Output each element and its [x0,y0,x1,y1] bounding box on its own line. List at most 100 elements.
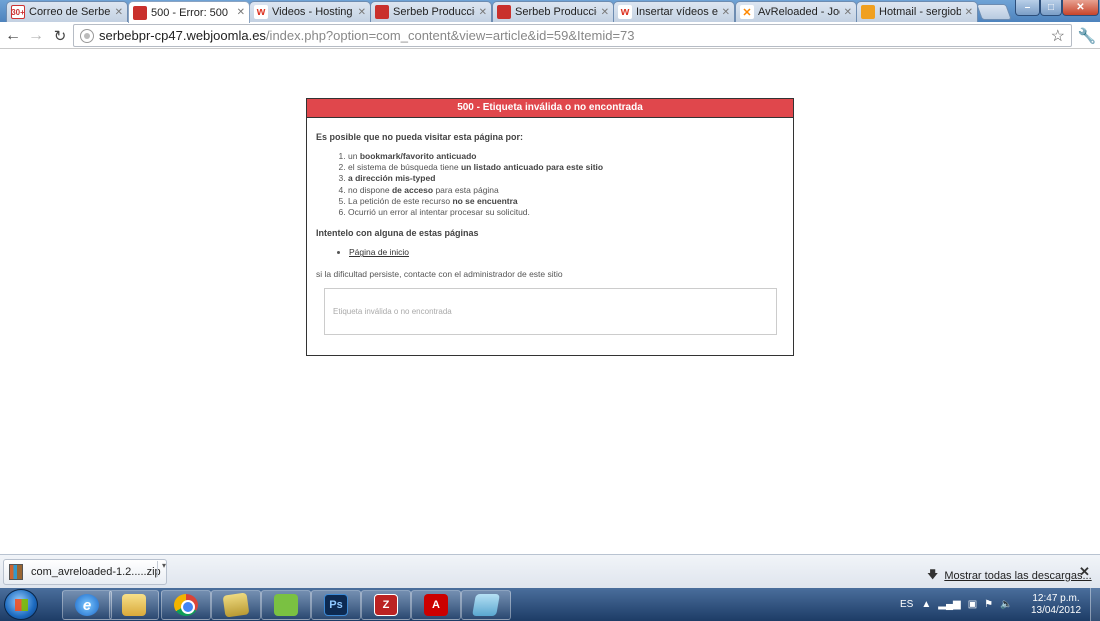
tab-close-icon[interactable]: ✕ [479,7,487,18]
tab-close-icon[interactable]: ✕ [722,7,730,18]
url-host: serbebpr-cp47.webjoomla.es [99,28,266,43]
page-content: 500 - Etiqueta inválida o no encontrada … [0,50,1100,554]
tab-title: AvReloaded - Joom [758,6,840,18]
error-title: 500 - Etiqueta inválida o no encontrada [307,99,793,118]
tab-close-icon[interactable]: ✕ [115,7,123,18]
url-path: /index.php?option=com_content&view=artic… [265,28,635,43]
reason-pre: La petición de este recurso [348,195,453,206]
language-indicator[interactable]: ES [900,599,913,610]
show-all-downloads-link[interactable]: Mostrar todas las descargas... [944,570,1091,582]
new-tab-button[interactable] [976,4,1012,20]
download-menu-button[interactable]: ▾ [157,561,166,577]
download-shelf: com_avreloaded-1.2.....zip ▾ 🡇 Mostrar t… [0,554,1100,588]
taskbar-evernote[interactable] [261,590,311,620]
download-item[interactable]: com_avreloaded-1.2.....zip [3,559,167,585]
taskbar-acrobat[interactable]: A [411,590,461,620]
tab-1[interactable]: 30+ Correo de Serbebpr ✕ [6,1,128,22]
filezilla-icon: Z [374,594,398,616]
taskbar-internet-explorer[interactable]: e [62,590,112,620]
technical-message-box: Etiqueta inválida o no encontrada [324,288,777,336]
show-hidden-icons-icon[interactable]: ▲ [921,599,931,610]
reason-pre: no dispone [348,184,392,195]
close-window-button[interactable]: ✕ [1062,0,1099,16]
tab-close-icon[interactable]: ✕ [601,7,609,18]
zip-archive-icon [9,564,23,580]
tab-title: Serbeb Produccion [393,6,475,18]
acrobat-reader-icon: A [424,594,448,616]
url-text[interactable]: serbebpr-cp47.webjoomla.es/index.php?opt… [99,28,635,43]
reload-button[interactable]: ↻ [50,26,70,46]
reason-bold: de acceso [391,184,434,195]
reason-bold: un listado anticuado para este sitio [460,162,604,173]
tab-close-icon[interactable]: ✕ [965,7,973,18]
taskbar-filezilla[interactable]: Z [361,590,411,620]
browser-toolbar: ← → ↻ serbebpr-cp47.webjoomla.es/index.p… [0,22,1100,49]
windows-explorer-icon [122,594,146,616]
w-favicon-icon: w [254,5,268,19]
minimize-button[interactable]: – [1015,0,1040,16]
maximize-button[interactable]: □ [1040,0,1062,16]
show-desktop-button[interactable] [1090,588,1100,621]
arrow-left-icon: ← [5,27,21,44]
tab-close-icon[interactable]: ✕ [358,7,366,18]
reason-item: Ocurrió un error al intentar procesar su… [348,207,784,218]
tab-close-icon[interactable]: ✕ [237,7,245,18]
back-button[interactable]: ← [3,26,23,46]
error-box: 500 - Etiqueta inválida o no encontrada … [306,98,794,356]
w-favicon-icon: w [618,5,632,19]
action-center-icon[interactable]: ⚑ [984,599,993,610]
persist-message: si la dificultad persiste, contacte con … [316,269,563,280]
windows-taskbar: e Ps Z A ES ▲ ▂▄▆ ▣ ⚑ 🔈 12:47 p.m. 13/04… [0,588,1100,621]
home-page-link[interactable]: Página de inicio [349,247,409,257]
tab-close-icon[interactable]: ✕ [844,7,852,18]
clock[interactable]: 12:47 p.m. 13/04/2012 [1028,593,1084,617]
error-body: Es posible que no pueda visitar esta pág… [307,118,793,336]
caret-down-icon: ▾ [161,561,166,570]
windows-app-icon [472,594,500,616]
clock-time: 12:47 p.m. [1032,593,1080,604]
folder-icon [222,592,250,618]
wrench-menu-icon[interactable]: 🔧 [1078,26,1097,46]
taskbar-windows-explorer[interactable] [109,590,159,620]
download-file-name: com_avreloaded-1.2.....zip [31,566,161,578]
tab-7[interactable]: ✕ AvReloaded - Joom ✕ [735,1,857,22]
close-icon: ✕ [1079,564,1090,579]
reason-item: no dispone de acceso para esta página [348,185,784,196]
taskbar-chrome[interactable] [161,590,211,620]
minimize-icon: – [1024,2,1031,13]
evernote-icon [274,594,298,616]
reason-bold: no se encuentra [452,195,518,206]
close-download-shelf-button[interactable]: ✕ [1079,564,1090,580]
signal-icon[interactable]: ▂▄▆ [938,599,960,610]
taskbar-folder[interactable] [211,590,261,620]
tab-title: Videos - Hosting Jo [272,6,354,18]
joomla-favicon-icon [497,5,511,19]
page-info-icon[interactable] [80,28,94,43]
close-icon: ✕ [1076,2,1085,13]
tab-strip: 30+Correo de Serbebpr✕500 - Error: 500✕w… [0,0,1100,23]
tab-3[interactable]: w Videos - Hosting Jo ✕ [249,1,371,22]
try-pages-lead: Intentelo con alguna de estas páginas [316,228,479,239]
maximize-icon: □ [1047,2,1055,13]
tab-6[interactable]: w Insertar vídeos en a ✕ [613,1,735,22]
reload-icon: ↻ [53,28,67,45]
network-icon[interactable]: ▣ [968,599,977,610]
address-bar[interactable]: serbebpr-cp47.webjoomla.es/index.php?opt… [73,24,1072,47]
internet-explorer-icon: e [75,594,99,616]
bookmark-star-icon[interactable]: ☆ [1051,26,1065,46]
taskbar-photoshop[interactable]: Ps [311,590,361,620]
reason-pre: Ocurrió un error al intentar procesar su… [348,207,530,218]
tray-icons: ▲ ▂▄▆ ▣ ⚑ 🔈 [921,599,1012,610]
clock-date: 13/04/2012 [1030,605,1082,616]
volume-icon[interactable]: 🔈 [1000,599,1012,610]
reason-pre: el sistema de búsqueda tiene [348,162,461,173]
tab-title: Serbeb Produccion [515,6,597,18]
tab-2[interactable]: 500 - Error: 500 ✕ [128,1,250,23]
joomla-favicon-icon [375,5,389,19]
tab-5[interactable]: Serbeb Produccion ✕ [492,1,614,22]
tab-8[interactable]: Hotmail - sergiobc ✕ [856,1,978,22]
tab-4[interactable]: Serbeb Produccion ✕ [370,1,492,22]
taskbar-windows-app[interactable] [461,590,511,620]
forward-button[interactable]: → [26,26,46,46]
start-button[interactable] [4,589,38,620]
